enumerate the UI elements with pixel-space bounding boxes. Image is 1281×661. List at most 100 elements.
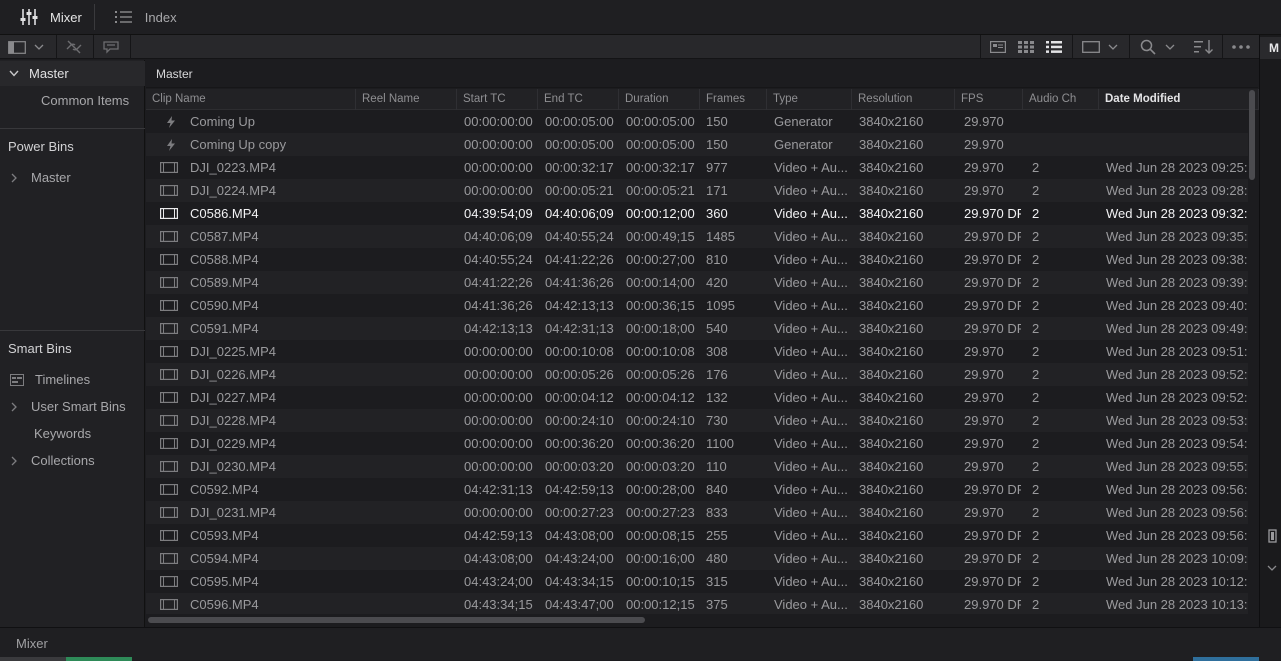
table-row[interactable]: DJI_0224.MP4 00:00:00:00 00:00:05:21 00:00:… — [146, 179, 1248, 202]
right-panel-tab[interactable]: M — [1260, 37, 1281, 59]
viewer-rect-icon — [1082, 41, 1100, 53]
table-row[interactable]: C0586.MP4 04:39:54;09 04:40:06;09 00:00:12;… — [146, 202, 1248, 225]
cell-end-tc: 04:40:55;24 — [545, 229, 614, 244]
cell-clip-name: C0593.MP4 — [190, 528, 259, 543]
search-button[interactable] — [1140, 35, 1175, 59]
panel-handle-icon[interactable] — [1268, 529, 1278, 546]
column-header-audio-ch[interactable]: Audio Ch — [1023, 89, 1099, 110]
right-panel: M — [1259, 35, 1281, 627]
table-row[interactable]: DJI_0230.MP4 00:00:00:00 00:00:03:20 00:00:… — [146, 455, 1248, 478]
table-row[interactable]: C0588.MP4 04:40:55;24 04:41:22;26 00:00:27;… — [146, 248, 1248, 271]
cell-end-tc: 04:41:22;26 — [545, 252, 614, 267]
table-row[interactable]: C0595.MP4 04:43:24;00 04:43:34;15 00:00:10;… — [146, 570, 1248, 593]
column-header-duration[interactable]: Duration — [619, 89, 700, 110]
table-row[interactable]: DJI_0225.MP4 00:00:00:00 00:00:10:08 00:00:… — [146, 340, 1248, 363]
cell-start-tc: 04:40:55;24 — [464, 252, 533, 267]
view-thumbnail-button[interactable] — [1018, 35, 1034, 59]
table-row[interactable]: C0590.MP4 04:41:36;26 04:42:13;13 00:00:36;… — [146, 294, 1248, 317]
cell-end-tc: 00:00:04:12 — [545, 390, 614, 405]
table-row[interactable]: C0593.MP4 04:42:59;13 04:43:08;00 00:00:08;… — [146, 524, 1248, 547]
cell-type: Video + Au... — [774, 390, 848, 405]
cell-fps: 29.970 DF — [964, 482, 1021, 497]
cell-frames: 150 — [706, 137, 728, 152]
column-header-start-tc[interactable]: Start TC — [457, 89, 538, 110]
sidebar-item-master[interactable]: Master — [0, 61, 145, 86]
column-header-date-modified[interactable]: Date Modified — [1099, 89, 1259, 110]
cell-date-modified: Wed Jun 28 2023 10:12: — [1106, 574, 1248, 589]
cell-date-modified: Wed Jun 28 2023 09:35: — [1106, 229, 1248, 244]
view-list-button[interactable] — [1046, 35, 1062, 59]
sidebar-item-collections[interactable]: Collections — [0, 448, 145, 473]
table-row[interactable]: Coming Up 00:00:00:00 00:00:05:00 00:00:05:… — [146, 110, 1248, 133]
divider — [56, 35, 57, 59]
table-row[interactable]: DJI_0227.MP4 00:00:00:00 00:00:04:12 00:00:… — [146, 386, 1248, 409]
captions-button[interactable] — [102, 35, 120, 59]
cell-audio-ch — [1032, 110, 1097, 133]
cell-duration: 00:00:05:26 — [626, 367, 695, 382]
cell-frames: 150 — [706, 114, 728, 129]
cell-type: Video + Au... — [774, 459, 848, 474]
column-header-end-tc[interactable]: End TC — [538, 89, 619, 110]
table-row[interactable]: DJI_0228.MP4 00:00:00:00 00:00:24:10 00:00:… — [146, 409, 1248, 432]
cell-duration: 00:00:03:20 — [626, 459, 695, 474]
column-header-resolution[interactable]: Resolution — [852, 89, 955, 110]
cell-reel-name — [362, 593, 455, 614]
caption-bubble-icon — [102, 40, 120, 54]
unlink-button[interactable] — [65, 35, 83, 59]
film-clip-icon — [160, 225, 178, 248]
view-metadata-button[interactable] — [990, 35, 1006, 59]
table-row[interactable]: DJI_0231.MP4 00:00:00:00 00:00:27:23 00:00:… — [146, 501, 1248, 524]
cell-audio-ch: 2 — [1032, 528, 1040, 543]
sidebar-item-keywords[interactable]: Keywords — [0, 421, 145, 446]
table-row[interactable]: DJI_0226.MP4 00:00:00:00 00:00:05:26 00:00:… — [146, 363, 1248, 386]
cell-reel-name — [362, 294, 455, 317]
cell-reel-name — [362, 432, 455, 455]
column-header-reel-name[interactable]: Reel Name — [356, 89, 457, 110]
cell-date-modified: Wed Jun 28 2023 09:28: — [1106, 183, 1248, 198]
sidebar-item-user-smart-bins[interactable]: User Smart Bins — [0, 394, 145, 419]
column-header-frames[interactable]: Frames — [700, 89, 767, 110]
cell-frames: 132 — [706, 390, 728, 405]
cell-audio-ch: 2 — [1032, 298, 1040, 313]
sort-icon — [1194, 40, 1214, 54]
sidebar-item-common-items[interactable]: Common Items — [0, 88, 145, 113]
table-row[interactable]: C0594.MP4 04:43:08;00 04:43:24;00 00:00:16;… — [146, 547, 1248, 570]
panel-toggle-button[interactable] — [8, 35, 50, 59]
column-header-fps[interactable]: FPS — [955, 89, 1023, 110]
cell-reel-name — [362, 202, 455, 225]
cell-start-tc: 00:00:00:00 — [464, 183, 533, 198]
cell-clip-name: Coming Up copy — [190, 137, 287, 152]
table-row[interactable]: DJI_0229.MP4 00:00:00:00 00:00:36:20 00:00:… — [146, 432, 1248, 455]
chevron-down-icon[interactable] — [1267, 559, 1277, 574]
vertical-scrollbar[interactable] — [1249, 90, 1255, 180]
table-row[interactable]: C0591.MP4 04:42:13;13 04:42:31;13 00:00:18;… — [146, 317, 1248, 340]
tab-index[interactable]: Index — [95, 0, 189, 35]
page-indicator — [1193, 657, 1259, 661]
table-row[interactable]: Coming Up copy 00:00:00:00 00:00:05:00 00:0… — [146, 133, 1248, 156]
cell-fps: 29.970 DF — [964, 528, 1021, 543]
cell-fps: 29.970 DF — [964, 206, 1021, 221]
sidebar-item-label: Master — [31, 170, 71, 185]
table-row[interactable]: C0587.MP4 04:40:06;09 04:40:55;24 00:00:49;… — [146, 225, 1248, 248]
cell-resolution: 3840x2160 — [859, 574, 924, 589]
more-options-button[interactable] — [1232, 35, 1250, 59]
tab-mixer[interactable]: Mixer — [0, 0, 94, 35]
cell-duration: 00:00:05:21 — [626, 183, 695, 198]
table-row[interactable]: C0596.MP4 04:43:34;15 04:43:47;00 00:00:12;… — [146, 593, 1248, 614]
column-header-type[interactable]: Type — [767, 89, 852, 110]
table-row[interactable]: C0589.MP4 04:41:22;26 04:41:36;26 00:00:14;… — [146, 271, 1248, 294]
cell-frames: 360 — [706, 206, 728, 221]
cell-clip-name: C0594.MP4 — [190, 551, 259, 566]
cell-date-modified: Wed Jun 28 2023 09:52: — [1106, 390, 1248, 405]
table-row[interactable]: DJI_0223.MP4 00:00:00:00 00:00:32:17 00:00:… — [146, 156, 1248, 179]
column-header-clip-name[interactable]: Clip Name — [146, 89, 356, 110]
table-row[interactable]: C0592.MP4 04:42:31;13 04:42:59;13 00:00:28;… — [146, 478, 1248, 501]
grid-view-icon — [1018, 41, 1034, 53]
sidebar-item-timelines[interactable]: Timelines — [0, 367, 145, 392]
cell-end-tc: 00:00:36:20 — [545, 436, 614, 451]
horizontal-scrollbar[interactable] — [148, 617, 645, 623]
sort-button[interactable] — [1194, 35, 1214, 59]
sidebar-item-power-master[interactable]: Master — [0, 165, 145, 190]
viewer-toggle-button[interactable] — [1082, 35, 1118, 59]
film-clip-icon — [160, 340, 178, 363]
